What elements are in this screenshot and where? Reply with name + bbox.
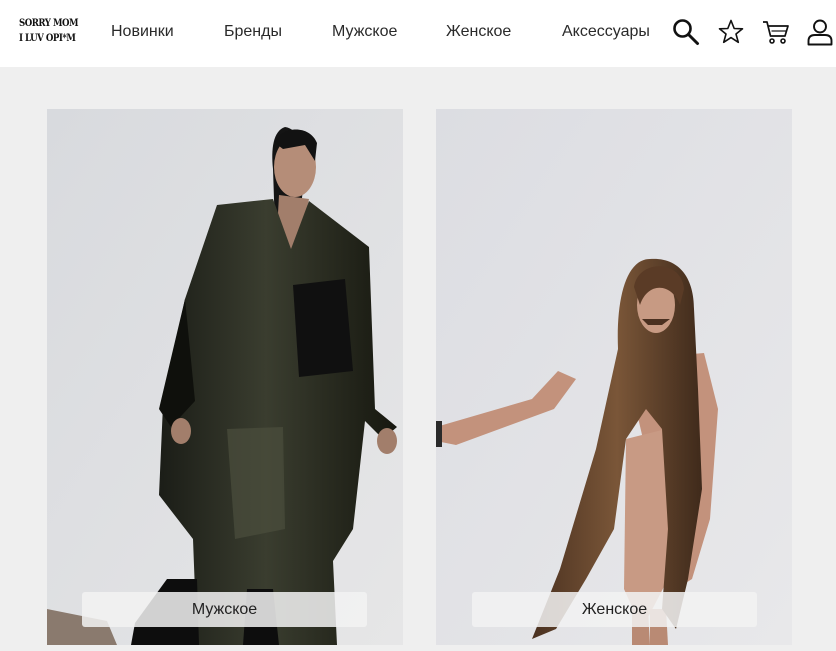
category-photo-men — [47, 109, 403, 645]
category-label-women[interactable]: Женское — [472, 592, 757, 627]
cart-icon[interactable] — [761, 17, 791, 47]
user-icon[interactable] — [805, 17, 835, 47]
nav-item-women[interactable]: Женское — [446, 22, 511, 42]
nav-item-brands[interactable]: Бренды — [224, 22, 282, 42]
category-photo-women — [436, 109, 792, 645]
star-icon[interactable] — [716, 17, 746, 47]
logo-line-1: SORRY MOM — [19, 17, 79, 29]
logo-line-2: I LUV OPI*M — [19, 32, 76, 44]
category-label-men[interactable]: Мужское — [82, 592, 367, 627]
nav-item-accessories[interactable]: Аксессуары — [562, 22, 650, 42]
nav-item-new[interactable]: Новинки — [111, 22, 174, 42]
search-icon[interactable] — [671, 17, 701, 47]
nav-item-men[interactable]: Мужское — [332, 22, 397, 42]
site-header: SORRY MOM I LUV OPI*M Новинки Бренды Муж… — [0, 0, 836, 67]
category-card-women[interactable]: Женское — [436, 109, 792, 645]
category-card-men[interactable]: Мужское — [47, 109, 403, 645]
brand-logo[interactable]: SORRY MOM I LUV OPI*M — [19, 16, 79, 46]
